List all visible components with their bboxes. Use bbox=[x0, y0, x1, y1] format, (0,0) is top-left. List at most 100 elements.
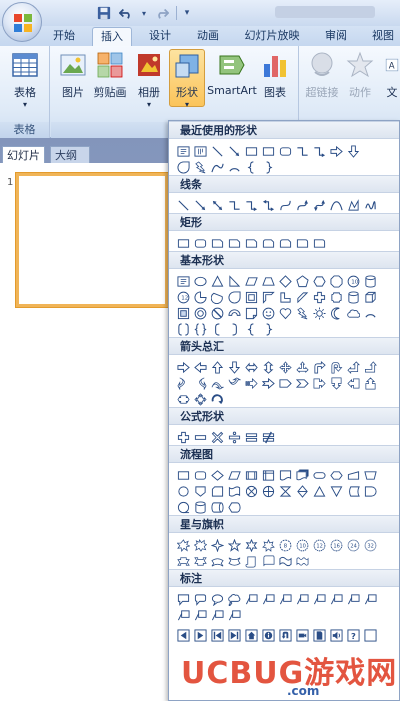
shape-line-icon[interactable] bbox=[209, 143, 226, 159]
shape-elbow-arrow-icon[interactable] bbox=[311, 143, 328, 159]
shape-multiply-icon[interactable] bbox=[209, 429, 226, 445]
shape-star7-icon[interactable] bbox=[260, 537, 277, 553]
shape-action-info-icon[interactable] bbox=[260, 627, 277, 643]
shape-double-wave-icon[interactable] bbox=[294, 553, 311, 569]
shape-multidocument-icon[interactable] bbox=[294, 467, 311, 483]
hyperlink-button[interactable]: 超链接 bbox=[302, 50, 342, 100]
shape-up-arrow-icon[interactable] bbox=[209, 359, 226, 375]
shape-plaque-icon[interactable] bbox=[328, 289, 345, 305]
shape-rect-icon[interactable] bbox=[175, 235, 192, 251]
shape-half-frame-icon[interactable] bbox=[260, 289, 277, 305]
undo-icon[interactable] bbox=[118, 5, 134, 21]
shape-snip-rect-icon[interactable] bbox=[209, 235, 226, 251]
shape-collate-icon[interactable] bbox=[277, 483, 294, 499]
shape-line-callout-icon[interactable] bbox=[209, 607, 226, 623]
tab-slideshow[interactable]: 幻灯片放映 bbox=[240, 27, 304, 46]
shape-line-callout-icon[interactable] bbox=[226, 607, 243, 623]
shape-left-arrow-callout-icon[interactable] bbox=[345, 375, 362, 391]
shape-snip-rect-icon[interactable] bbox=[226, 235, 243, 251]
shape-left-arrow-icon[interactable] bbox=[192, 359, 209, 375]
shape-cylinder-icon[interactable] bbox=[362, 273, 379, 289]
shape-diamond-icon[interactable] bbox=[277, 273, 294, 289]
shape-freeform-icon[interactable] bbox=[345, 197, 362, 213]
shape-line-callout-icon[interactable] bbox=[311, 591, 328, 607]
shape-bent-arrow-icon[interactable] bbox=[311, 359, 328, 375]
shape-decision-icon[interactable] bbox=[209, 467, 226, 483]
shape-pentagon-icon[interactable] bbox=[294, 273, 311, 289]
shape-notched-right-arrow-icon[interactable] bbox=[260, 375, 277, 391]
shape-brace-right-icon[interactable] bbox=[260, 321, 277, 337]
shape-curved-right-arrow-icon[interactable] bbox=[175, 375, 192, 391]
clipart-button[interactable]: 剪贴画 bbox=[91, 50, 129, 100]
photo-album-button[interactable]: 相册 ▾ bbox=[131, 50, 167, 109]
shape-line-callout-icon[interactable] bbox=[260, 591, 277, 607]
shape-line-icon[interactable] bbox=[175, 197, 192, 213]
shape-action-back-icon[interactable] bbox=[175, 627, 192, 643]
shape-bent-up-arrow-icon[interactable] bbox=[362, 359, 379, 375]
shape-diagonal-stripe-icon[interactable] bbox=[294, 289, 311, 305]
shape-star16-icon[interactable]: 16 bbox=[328, 537, 345, 553]
shape-card-icon[interactable] bbox=[209, 483, 226, 499]
shape-action-sound-icon[interactable] bbox=[328, 627, 345, 643]
picture-button[interactable]: 图片 bbox=[55, 50, 91, 100]
shape-hexagon-icon[interactable] bbox=[311, 273, 328, 289]
shape-brace-right-icon[interactable] bbox=[260, 159, 277, 175]
shape-brace-left-icon[interactable] bbox=[243, 159, 260, 175]
shape-explosion2-icon[interactable] bbox=[192, 537, 209, 553]
shape-merge-icon[interactable] bbox=[328, 483, 345, 499]
shape-curved-left-arrow-icon[interactable] bbox=[192, 375, 209, 391]
shape-action-document-icon[interactable] bbox=[311, 627, 328, 643]
shape-arc-curve-icon[interactable] bbox=[328, 197, 345, 213]
shape-manual-operation-icon[interactable] bbox=[362, 467, 379, 483]
shape-left-right-arrow-callout-icon[interactable] bbox=[175, 391, 192, 407]
shape-curve-s-double-arrow-icon[interactable] bbox=[311, 197, 328, 213]
shape-star10-icon[interactable]: 10 bbox=[294, 537, 311, 553]
chart-button[interactable]: 图表 bbox=[257, 50, 293, 100]
shape-scroll-vertical-icon[interactable] bbox=[243, 553, 260, 569]
shape-right-triangle-icon[interactable] bbox=[226, 273, 243, 289]
shape-rounded-rect-icon[interactable] bbox=[277, 143, 294, 159]
shape-line-arrow-icon[interactable] bbox=[192, 197, 209, 213]
shape-line-callout-icon[interactable] bbox=[192, 607, 209, 623]
shape-action-return-icon[interactable] bbox=[277, 627, 294, 643]
shape-elbow-icon[interactable] bbox=[226, 197, 243, 213]
shape-curved-ribbon-down-icon[interactable] bbox=[226, 553, 243, 569]
tab-view[interactable]: 视图 bbox=[366, 27, 400, 46]
shape-line-callout-icon[interactable] bbox=[277, 591, 294, 607]
shape-up-arrow-callout-icon[interactable] bbox=[362, 375, 379, 391]
shape-data-icon[interactable] bbox=[226, 467, 243, 483]
shape-line-callout-icon[interactable] bbox=[294, 591, 311, 607]
shape-line-callout-icon[interactable] bbox=[345, 591, 362, 607]
tab-insert[interactable]: 插入 bbox=[92, 27, 132, 46]
shape-right-arrow-icon[interactable] bbox=[175, 359, 192, 375]
shape-line-callout-icon[interactable] bbox=[243, 591, 260, 607]
shape-bracket-right-icon[interactable] bbox=[226, 321, 243, 337]
shape-right-arrow-callout-icon[interactable] bbox=[311, 375, 328, 391]
tab-animations[interactable]: 动画 bbox=[190, 27, 226, 46]
shape-left-right-arrow-icon[interactable] bbox=[243, 359, 260, 375]
shape-punched-tape-icon[interactable] bbox=[226, 483, 243, 499]
chevron-down-icon[interactable]: ▾ bbox=[140, 5, 148, 21]
shape-action-blank-icon[interactable] bbox=[362, 627, 379, 643]
shape-plus-icon[interactable] bbox=[175, 429, 192, 445]
shape-elbow-arrow-icon[interactable] bbox=[243, 197, 260, 213]
shape-offpage-icon[interactable] bbox=[192, 483, 209, 499]
shape-brace-pair-icon[interactable] bbox=[192, 321, 209, 337]
shape-curve-icon[interactable] bbox=[209, 159, 226, 175]
shape-cloud-icon[interactable] bbox=[345, 305, 362, 321]
shape-star32-icon[interactable]: 32 bbox=[362, 537, 379, 553]
shape-can-icon[interactable] bbox=[345, 289, 362, 305]
shape-trapezoid-icon[interactable] bbox=[260, 273, 277, 289]
shape-round-rect-icon[interactable] bbox=[294, 235, 311, 251]
shape-curved-ribbon-up-icon[interactable] bbox=[209, 553, 226, 569]
slide-thumbnail[interactable] bbox=[16, 173, 168, 307]
shape-magnetic-disk-icon[interactable] bbox=[192, 499, 209, 515]
shape-chord-icon[interactable] bbox=[209, 289, 226, 305]
shape-quad-arrow-callout-icon[interactable] bbox=[192, 391, 209, 407]
shape-stored-data-icon[interactable] bbox=[345, 483, 362, 499]
shape-down-arrow-icon[interactable] bbox=[345, 143, 362, 159]
shape-star5-icon[interactable] bbox=[226, 537, 243, 553]
shape-l-shape-icon[interactable] bbox=[277, 289, 294, 305]
shape-left-up-arrow-icon[interactable] bbox=[345, 359, 362, 375]
shape-textbox-icon[interactable] bbox=[175, 143, 192, 159]
